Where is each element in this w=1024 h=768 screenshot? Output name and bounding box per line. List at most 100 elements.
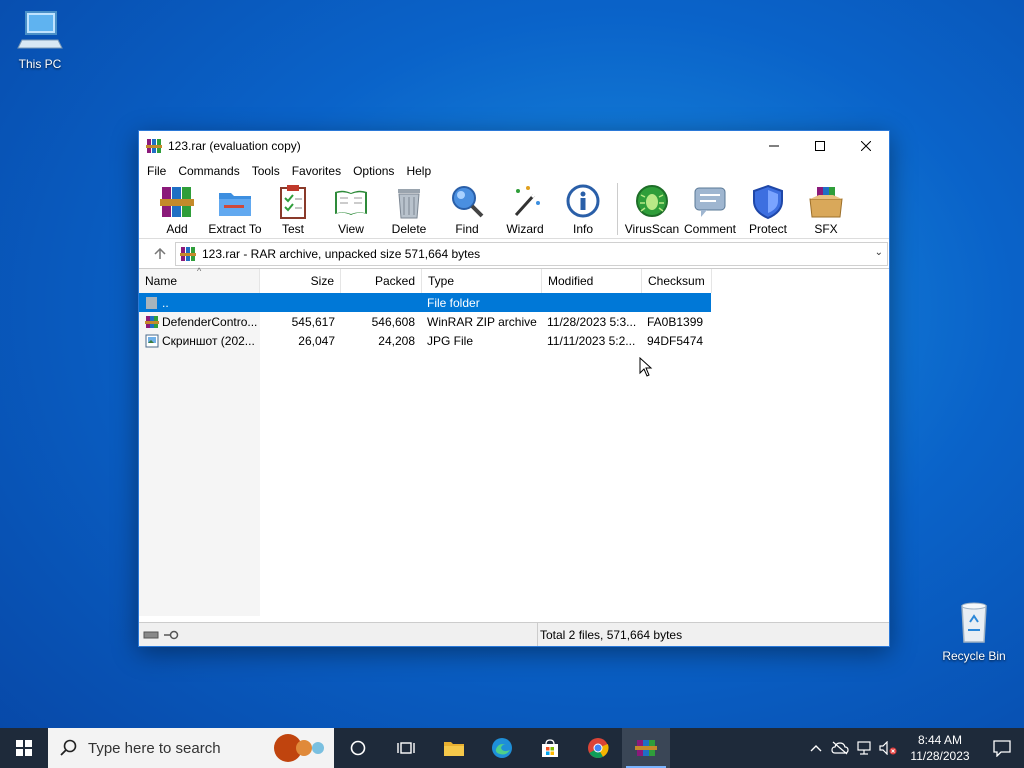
delete-label: Delete [391, 222, 427, 236]
test-label: Test [281, 222, 304, 236]
row-modified: 11/28/2023 5:3... [547, 314, 637, 329]
trash-can-icon [398, 189, 420, 219]
close-icon [861, 141, 871, 151]
taskbar-clock[interactable]: 8:44 AM 11/28/2023 [900, 732, 980, 764]
folder-icon [444, 742, 464, 756]
image-file-icon [145, 334, 159, 347]
computer-icon [17, 11, 63, 49]
edge-taskbar-button[interactable] [478, 728, 526, 768]
info-label: Info [572, 222, 593, 236]
menu-commands[interactable]: Commands [172, 164, 245, 178]
sort-ascending-icon: ^ [197, 266, 202, 276]
column-header-size[interactable]: Size [260, 269, 341, 293]
taskbar-search-box[interactable]: Type here to search [48, 728, 334, 768]
cortana-button[interactable] [334, 728, 382, 768]
window-title: 123.rar (evaluation copy) [168, 139, 301, 153]
virusscan-button[interactable]: VirusScan [624, 181, 680, 236]
row-size: 26,047 [298, 333, 335, 348]
menu-tools[interactable]: Tools [246, 164, 286, 178]
find-button[interactable]: Find [439, 181, 495, 236]
parent-folder-icon [146, 296, 157, 309]
volume-tray-button[interactable] [876, 741, 900, 755]
row-modified: 11/11/2023 5:2... [547, 333, 636, 348]
key-icon[interactable] [163, 630, 179, 640]
this-pc-desktop-icon[interactable]: This PC [0, 8, 80, 71]
mouse-cursor-icon [639, 357, 653, 377]
drive-icon[interactable] [143, 630, 159, 640]
minimize-button[interactable] [751, 131, 797, 161]
onedrive-tray-button[interactable] [828, 741, 852, 755]
info-button[interactable]: Info [555, 181, 611, 236]
close-button[interactable] [843, 131, 889, 161]
recycle-bin-icon [961, 602, 987, 643]
row-size: 545,617 [291, 314, 335, 329]
find-label: Find [455, 222, 479, 236]
folder-extract-icon [219, 193, 251, 216]
view-button[interactable]: View [323, 181, 379, 236]
action-center-button[interactable] [980, 739, 1024, 757]
toolbar: Add Extract To Test View Delete Find Wiz… [139, 181, 889, 239]
extract-to-button[interactable]: Extract To [207, 181, 263, 236]
system-tray: 8:44 AM 11/28/2023 [804, 728, 1024, 768]
menu-favorites[interactable]: Favorites [286, 164, 347, 178]
comment-bubble-icon [694, 187, 726, 217]
rar-archive-icon [180, 246, 196, 261]
file-list[interactable]: ^ Name Size Packed Type Modified Checksu… [139, 266, 889, 616]
status-bar: Total 2 files, 571,664 bytes [139, 622, 889, 646]
file-explorer-taskbar-button[interactable] [430, 728, 478, 768]
row-checksum: 94DF5474 [647, 333, 704, 348]
add-label: Add [166, 222, 188, 236]
row-packed: 24,208 [378, 333, 415, 348]
table-row[interactable]: Скриншот (202... 26,047 24,208 JPG File … [139, 331, 889, 350]
column-header-type[interactable]: Type [422, 269, 542, 293]
search-highlight-illustration-icon [274, 734, 324, 762]
sfx-button[interactable]: SFX [798, 181, 854, 236]
chrome-taskbar-button[interactable] [574, 728, 622, 768]
winrar-taskbar-button[interactable] [622, 728, 670, 768]
status-summary: Total 2 files, 571,664 bytes [537, 623, 889, 646]
taskbar: Type here to search 8:44 AM 11/28/2023 [0, 728, 1024, 768]
row-type: File folder [427, 295, 480, 310]
start-button[interactable] [0, 728, 48, 768]
table-row[interactable]: .. File folder [139, 293, 711, 312]
wizard-label: Wizard [506, 222, 544, 236]
add-button[interactable]: Add [149, 181, 205, 236]
delete-button[interactable]: Delete [381, 181, 437, 236]
view-label: View [338, 222, 364, 236]
archive-path-text: 123.rar - RAR archive, unpacked size 571… [202, 246, 481, 261]
network-icon [857, 741, 871, 755]
magnifier-icon [452, 186, 484, 218]
column-header-modified[interactable]: Modified [542, 269, 642, 293]
microsoft-store-taskbar-button[interactable] [526, 728, 574, 768]
title-bar[interactable]: 123.rar (evaluation copy) [139, 131, 889, 161]
info-icon [566, 184, 600, 218]
archive-path-combobox[interactable]: 123.rar - RAR archive, unpacked size 571… [175, 241, 888, 266]
menu-bar: File Commands Tools Favorites Options He… [139, 161, 889, 181]
test-button[interactable]: Test [265, 181, 321, 236]
recycle-bin-desktop-icon[interactable]: Recycle Bin [934, 600, 1014, 663]
menu-file[interactable]: File [141, 164, 172, 178]
table-row[interactable]: DefenderContro... 545,617 546,608 WinRAR… [139, 312, 889, 331]
up-folder-button[interactable] [145, 242, 175, 266]
maximize-button[interactable] [797, 131, 843, 161]
column-header-checksum[interactable]: Checksum [642, 269, 712, 293]
network-tray-button[interactable] [852, 741, 876, 755]
column-header-row: ^ Name Size Packed Type Modified Checksu… [139, 266, 889, 293]
column-header-packed[interactable]: Packed [341, 269, 422, 293]
menu-options[interactable]: Options [347, 164, 400, 178]
chrome-browser-icon [588, 738, 609, 759]
view-book-icon [335, 190, 367, 215]
protect-button[interactable]: Protect [740, 181, 796, 236]
comment-button[interactable]: Comment [682, 181, 738, 236]
wizard-button[interactable]: Wizard [497, 181, 553, 236]
chevron-down-icon[interactable]: ⌄ [875, 247, 883, 258]
virus-scan-bug-icon [636, 185, 668, 217]
clock-date: 11/28/2023 [910, 749, 970, 763]
row-name: .. [162, 295, 169, 310]
menu-help[interactable]: Help [400, 164, 437, 178]
clock-time: 8:44 AM [917, 733, 963, 747]
task-view-button[interactable] [382, 728, 430, 768]
recycle-bin-label: Recycle Bin [942, 649, 1006, 663]
show-hidden-icons-button[interactable] [804, 744, 828, 752]
this-pc-label: This PC [18, 57, 62, 71]
